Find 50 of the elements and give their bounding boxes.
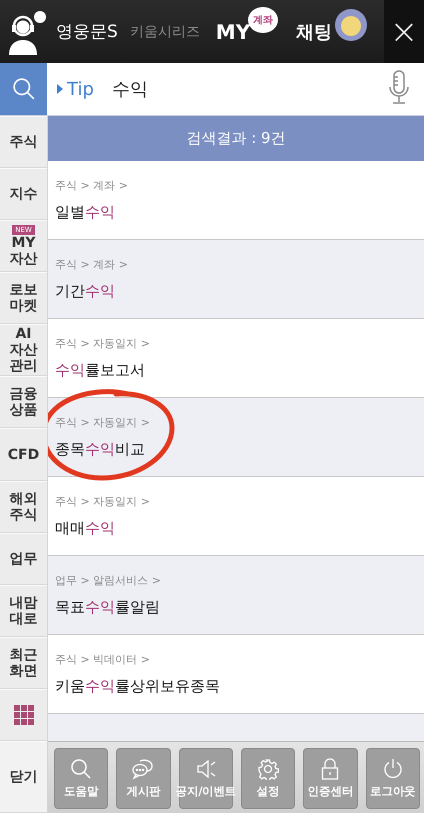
menu-path: 주식 > 계좌 > [55,257,129,272]
menu-path: 주식 > 계좌 > [55,178,129,193]
sidebar-item[interactable]: 주식 [8,134,40,150]
grid-menu-icon[interactable] [14,704,34,725]
chat-label[interactable]: 채팅 [296,20,332,44]
search-field[interactable]: 수익 [110,63,388,115]
app-title: 영웅문S [56,21,118,43]
speech-bubbles-icon [131,758,156,780]
result-title: 종목수익 비교 [55,440,146,459]
avatar-icon[interactable] [334,8,368,42]
result-title: 기간수익 [55,282,116,301]
result-title: 매매수익 [55,519,116,538]
menu-path: 주식 > 자동일지 > [55,336,151,351]
lock-icon [320,758,340,780]
menu-path: 주식 > 자동일지 > [55,415,151,430]
series-link[interactable]: 키움시리즈 [130,22,200,40]
result-title: 수익률보고서 [55,361,146,380]
tip-link[interactable]: Tip [67,78,94,100]
gear-icon [257,758,280,780]
menu-path: 주식 > 자동일지 > [55,494,151,509]
my-account-label[interactable]: MY [216,20,250,44]
result-row[interactable]: 주식 > 빅데이터 > 키움수익률상위보유종목 [48,635,424,714]
close-menu-button[interactable]: 닫기 [8,768,40,785]
sidebar-item[interactable]: 지수 [8,186,40,202]
close-button[interactable]: × [384,0,424,63]
result-title: 일별수익 [55,203,116,222]
search-icon [12,77,36,101]
account-bubble[interactable]: 계좌 [248,6,278,32]
search-icon [70,758,92,780]
result-title: 목표수익률알림 [55,598,161,617]
sidebar-item[interactable]: 금융 상품 [8,386,40,418]
sidebar-item[interactable]: 내맘 대로 [8,594,40,627]
result-row[interactable]: 주식 > 자동일지 > 매매수익 [48,477,424,556]
sidebar-item[interactable]: CFD [8,446,40,462]
results-summary: 검색결과 : 9건 [48,116,424,161]
sidebar-item[interactable]: 업무 [8,550,40,567]
result-row[interactable]: 주식 > 계좌 > 일별수익 [48,161,424,240]
power-icon [382,758,404,780]
sidebar-item[interactable]: MY 자산 [8,235,40,268]
search-button[interactable] [0,63,47,115]
sidebar-item[interactable]: 해외 주식 [8,490,40,523]
menu-path: 주식 > 빅데이터 > [55,652,151,667]
sidebar-item[interactable]: 최근 화면 [8,646,40,679]
headset-agent-icon[interactable] [6,8,46,54]
triangle-icon [57,84,63,94]
sidebar-item[interactable]: AI 자산 관리 [8,326,40,374]
sidebar-item[interactable]: 로보 마켓 [8,282,40,314]
menu-path: 업무 > 알림서비스 > [55,573,162,588]
result-title: 키움수익률상위보유종목 [55,677,221,696]
result-row[interactable]: 주식 > 자동일지 > 수익률보고서 [48,319,424,398]
